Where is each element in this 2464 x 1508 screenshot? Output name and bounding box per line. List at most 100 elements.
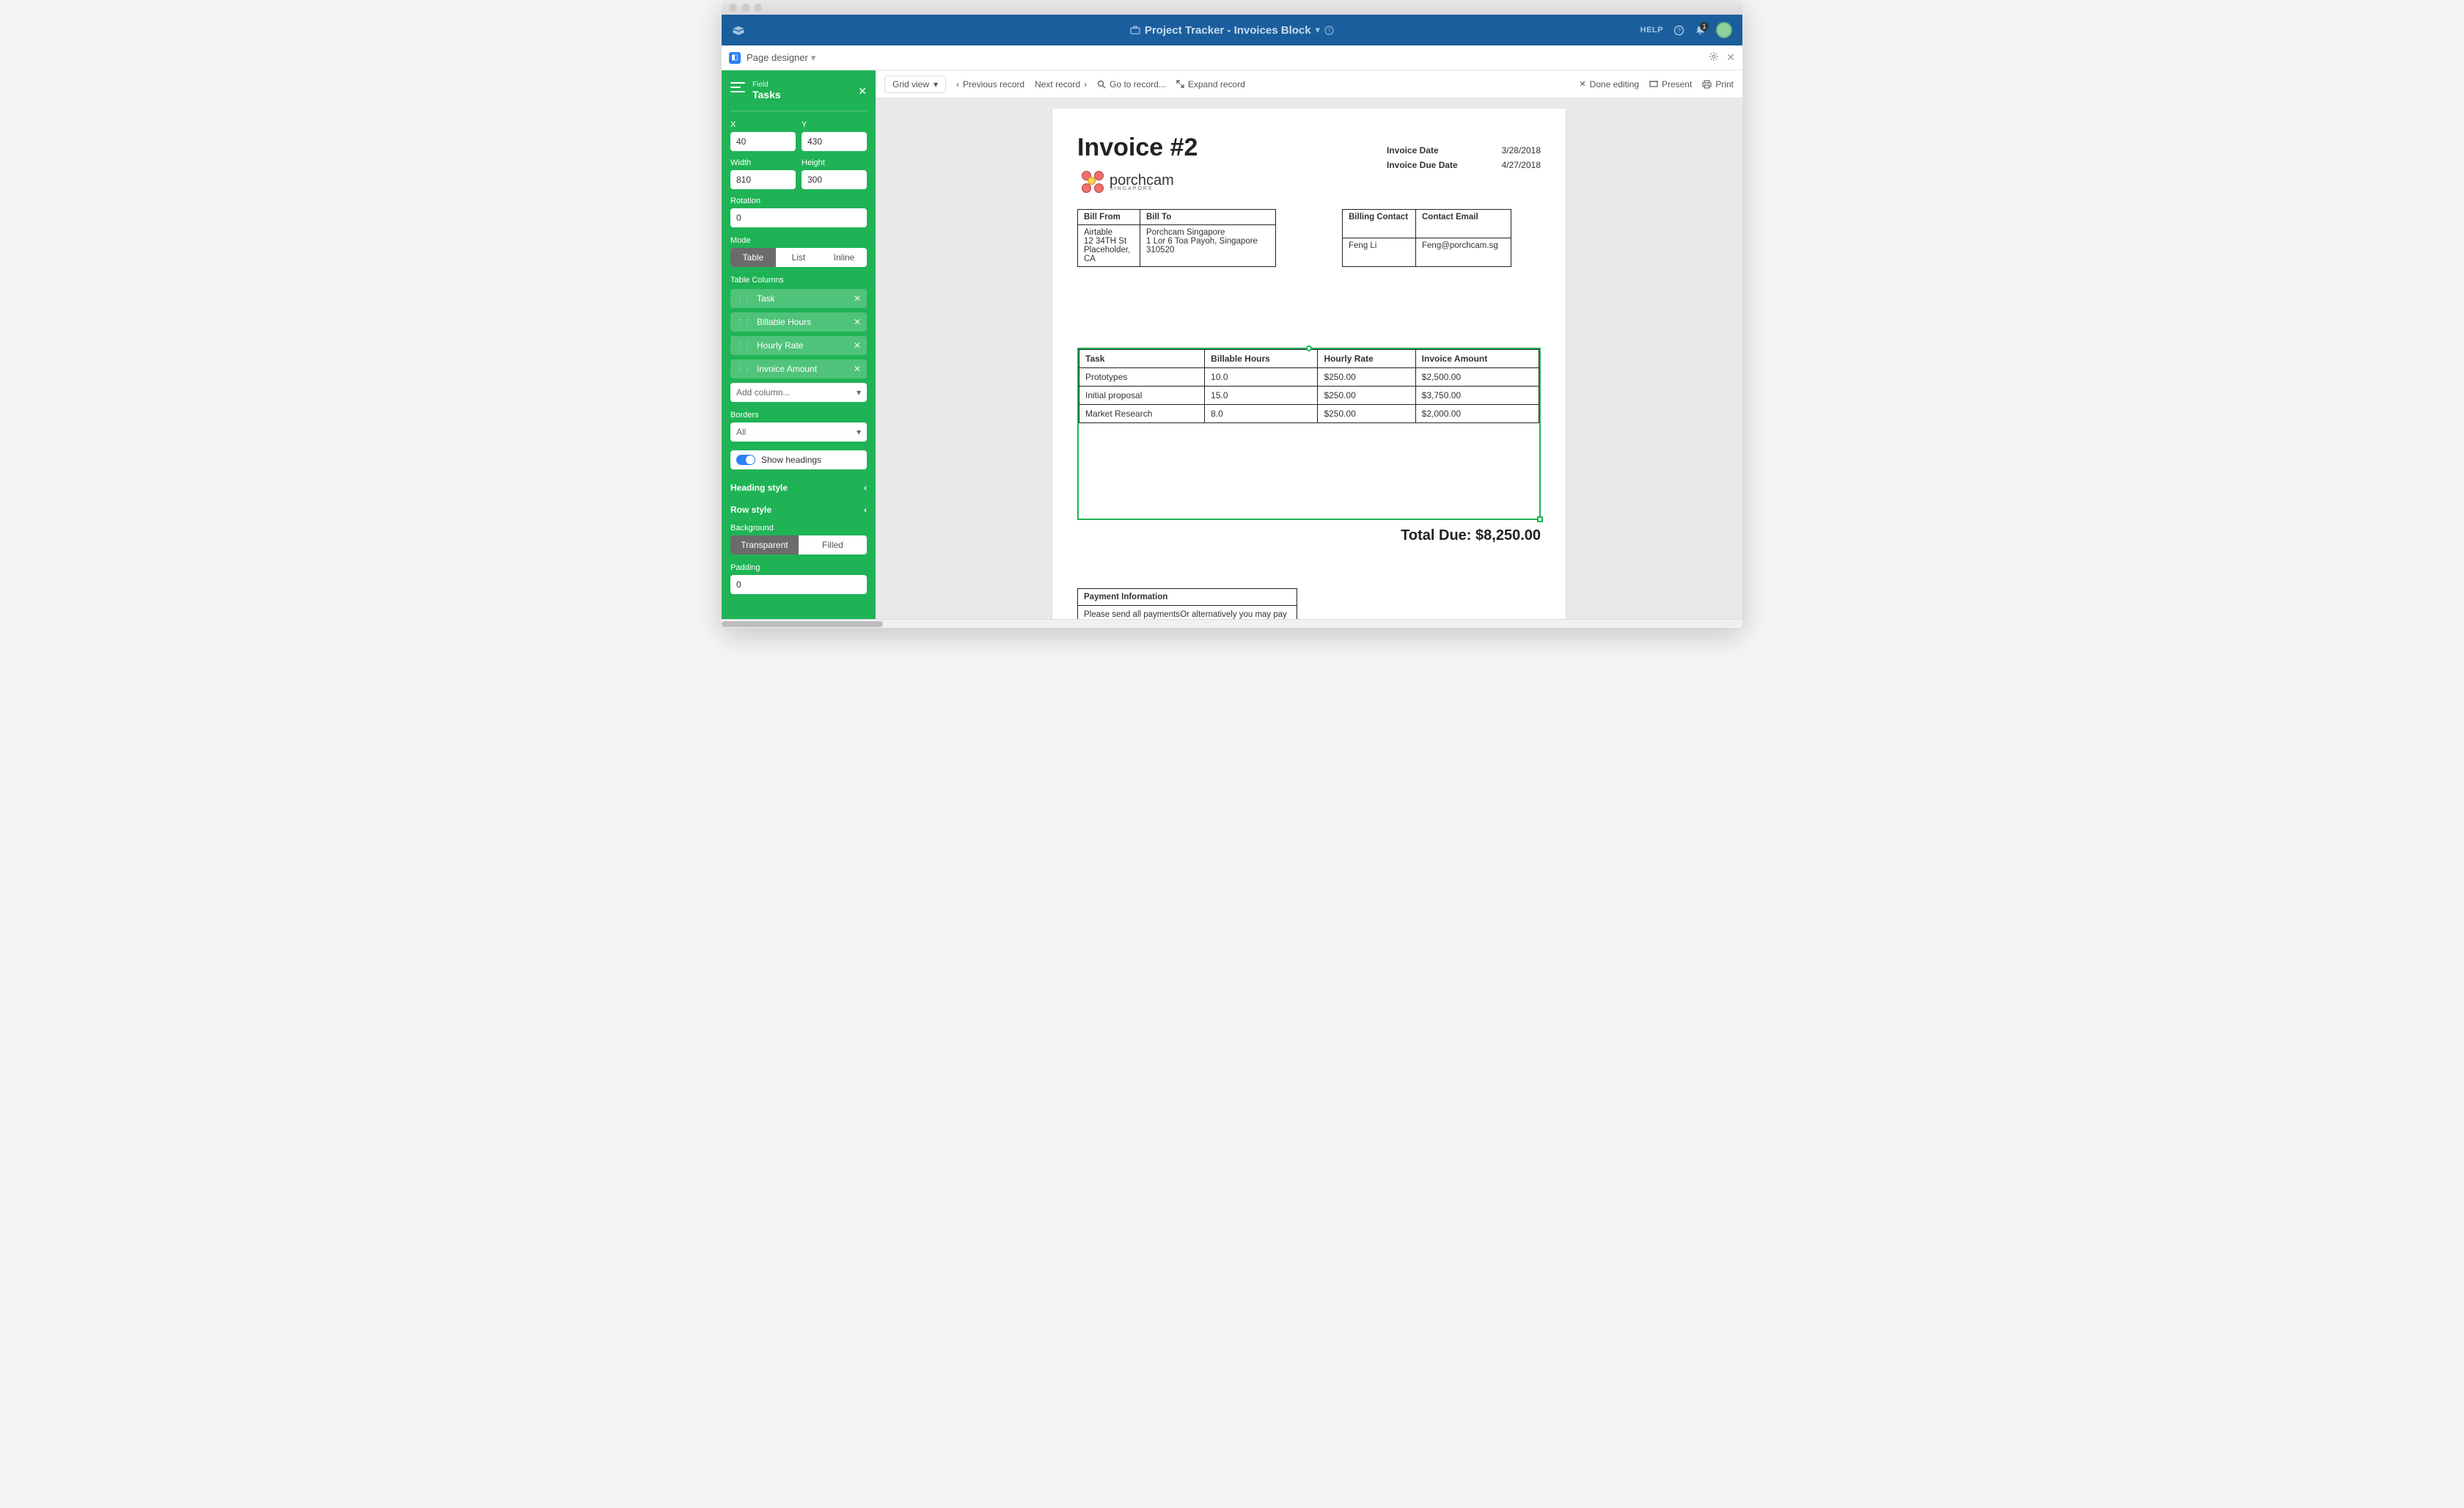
show-headings-toggle[interactable] <box>736 455 755 465</box>
scrollbar-thumb[interactable] <box>722 621 883 627</box>
row-style-label: Row style <box>730 505 771 515</box>
remove-column-icon[interactable]: ✕ <box>854 364 861 374</box>
prev-record-button[interactable]: ‹ Previous record <box>956 79 1024 89</box>
contact-email: Feng@porchcam.sg <box>1416 238 1511 267</box>
resize-handle-br[interactable] <box>1537 516 1543 522</box>
traffic-max[interactable] <box>754 4 762 12</box>
total-due-amount: $8,250.00 <box>1475 527 1541 543</box>
chevron-left-icon: ‹ <box>864 483 867 493</box>
email-header: Contact Email <box>1416 210 1511 238</box>
heading-style-label: Heading style <box>730 483 788 493</box>
grip-icon[interactable]: ⋮⋮ <box>736 342 751 350</box>
column-pill[interactable]: ⋮⋮Billable Hours✕ <box>730 312 867 332</box>
bill-table[interactable]: Bill From Bill To Airtable 12 34TH St Pl… <box>1077 209 1276 267</box>
task-header: Hourly Rate <box>1318 350 1415 368</box>
grip-icon[interactable]: ⋮⋮ <box>736 318 751 326</box>
info-icon[interactable]: ? <box>1324 26 1334 35</box>
help-icon[interactable]: ? <box>1673 25 1684 36</box>
borders-value: All <box>736 427 746 437</box>
invoice-dates: Invoice Date 3/28/2018 Invoice Due Date … <box>1387 145 1541 175</box>
resize-handle-top[interactable] <box>1306 345 1312 351</box>
padding-label: Padding <box>730 563 867 572</box>
bg-transparent[interactable]: Transparent <box>730 535 799 554</box>
rotation-input[interactable] <box>730 208 867 227</box>
table-row[interactable]: Market Research8.0$250.00$2,000.00 <box>1079 405 1539 423</box>
remove-column-icon[interactable]: ✕ <box>854 293 861 304</box>
y-input[interactable] <box>802 132 867 151</box>
help-link[interactable]: HELP <box>1640 26 1663 34</box>
grip-icon[interactable]: ⋮⋮ <box>736 295 751 303</box>
remove-column-icon[interactable]: ✕ <box>854 340 861 351</box>
chevron-left-icon: ‹ <box>956 79 959 89</box>
block-name[interactable]: Page designer <box>747 52 808 63</box>
table-row[interactable]: Prototypes10.0$250.00$2,500.00 <box>1079 368 1539 387</box>
remove-column-icon[interactable]: ✕ <box>854 317 861 327</box>
add-column-select[interactable]: Add column... ▾ <box>730 383 867 402</box>
add-column-label: Add column... <box>736 387 790 398</box>
column-pill[interactable]: ⋮⋮Task✕ <box>730 289 867 308</box>
traffic-min[interactable] <box>741 4 749 12</box>
view-name: Grid view <box>892 79 929 89</box>
bill-to-l2: 1 Lor 6 Toa Payoh, Singapore 310520 <box>1146 237 1269 255</box>
show-headings-row[interactable]: Show headings <box>730 450 867 469</box>
heading-style-accordion[interactable]: Heading style ‹ <box>730 480 867 496</box>
payment-line2: Or alternatively you may pay with a card… <box>1180 610 1291 619</box>
total-due[interactable]: Total Due: $8,250.00 <box>1077 527 1541 544</box>
mode-list[interactable]: List <box>776 248 821 267</box>
row-style-accordion[interactable]: Row style ‹ <box>730 502 867 518</box>
done-editing-button[interactable]: ✕ Done editing <box>1579 79 1639 89</box>
task-header: Billable Hours <box>1205 350 1318 368</box>
grip-icon[interactable]: ⋮⋮ <box>736 365 751 373</box>
traffic-close[interactable] <box>729 4 737 12</box>
mode-table[interactable]: Table <box>730 248 776 267</box>
height-input[interactable] <box>802 170 867 189</box>
search-icon <box>1097 80 1106 89</box>
gear-icon[interactable] <box>1709 51 1719 64</box>
width-input[interactable] <box>730 170 796 189</box>
invoice-page[interactable]: Invoice #2 Invoice Date 3/28/2018 Invoic… <box>1052 109 1566 619</box>
bg-filled[interactable]: Filled <box>799 535 867 554</box>
x-input[interactable] <box>730 132 796 151</box>
invoice-due-label: Invoice Due Date <box>1387 160 1467 170</box>
record-toolbar: Grid view ▾ ‹ Previous record Next recor… <box>876 70 1742 98</box>
tasks-table-element[interactable]: TaskBillable HoursHourly RateInvoice Amo… <box>1077 348 1541 520</box>
print-label: Print <box>1715 79 1734 89</box>
padding-input[interactable] <box>730 575 867 594</box>
next-record-button[interactable]: Next record › <box>1035 79 1087 89</box>
task-cell: Prototypes <box>1079 368 1205 387</box>
mode-inline[interactable]: Inline <box>821 248 867 267</box>
notifications-button[interactable]: 1 <box>1695 25 1706 36</box>
present-button[interactable]: Present <box>1649 79 1692 89</box>
base-title[interactable]: Project Tracker - Invoices Block <box>1145 24 1311 37</box>
horizontal-scrollbar[interactable] <box>722 619 1742 628</box>
task-cell: $3,750.00 <box>1415 387 1539 405</box>
close-inspector-icon[interactable]: ✕ <box>858 85 867 98</box>
height-label: Height <box>802 158 867 167</box>
view-switcher[interactable]: Grid view ▾ <box>884 76 946 93</box>
done-editing-label: Done editing <box>1590 79 1639 89</box>
goto-record-button[interactable]: Go to record... <box>1097 79 1166 89</box>
bill-from-l2: 12 34TH St <box>1084 237 1134 246</box>
payment-info-box[interactable]: Payment Information Please send all paym… <box>1077 588 1297 619</box>
contact-table[interactable]: Billing Contact Contact Email Feng Li Fe… <box>1342 209 1511 267</box>
main-area: Grid view ▾ ‹ Previous record Next recor… <box>876 70 1742 619</box>
avatar[interactable] <box>1716 22 1732 38</box>
design-canvas[interactable]: Invoice #2 Invoice Date 3/28/2018 Invoic… <box>876 98 1742 619</box>
chevron-down-icon: ▾ <box>857 427 861 437</box>
expand-record-button[interactable]: Expand record <box>1176 79 1245 89</box>
bill-from-cell: Airtable 12 34TH St Placeholder, CA <box>1078 225 1140 267</box>
mode-label: Mode <box>730 236 867 245</box>
print-button[interactable]: Print <box>1702 79 1734 89</box>
task-cell: 8.0 <box>1205 405 1318 423</box>
task-cell: $250.00 <box>1318 368 1415 387</box>
invoice-due-date: 4/27/2018 <box>1489 160 1541 170</box>
column-pill[interactable]: ⋮⋮Invoice Amount✕ <box>730 359 867 378</box>
close-block-icon[interactable]: ✕ <box>1726 51 1735 64</box>
bill-to-cell: Porchcam Singapore 1 Lor 6 Toa Payoh, Si… <box>1140 225 1276 267</box>
app-logo-icon[interactable] <box>732 25 745 35</box>
block-caret-icon[interactable]: ▾ <box>811 52 816 64</box>
borders-select[interactable]: All ▾ <box>730 422 867 442</box>
title-caret-icon[interactable]: ▾ <box>1316 24 1321 36</box>
column-pill[interactable]: ⋮⋮Hourly Rate✕ <box>730 336 867 355</box>
table-row[interactable]: Initial proposal15.0$250.00$3,750.00 <box>1079 387 1539 405</box>
